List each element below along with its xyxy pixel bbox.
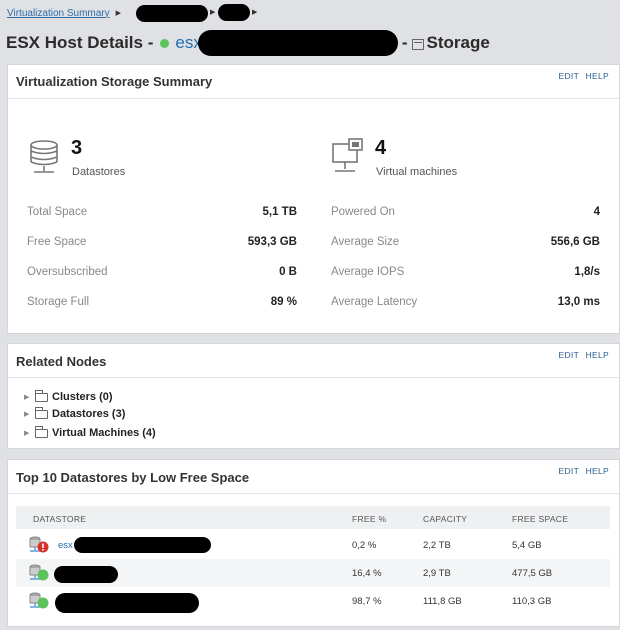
powered-on-label: Powered On [331,206,395,218]
datastore-critical-icon [29,536,49,553]
cell-free-space: 477,5 GB [512,568,553,579]
average-size-label: Average Size [331,236,400,248]
redacted-datastore-name [54,566,118,583]
datastores-count: 3 [71,137,83,159]
storage-full-label: Storage Full [27,296,90,308]
column-header-free-pct[interactable]: FREE % [352,514,386,524]
tree-item-label: Datastores (3) [52,408,126,420]
cell-free-pct: 98,7 % [352,596,382,607]
average-iops-label: Average IOPS [331,266,405,278]
breadcrumb-root-link[interactable]: Virtualization Summary [7,8,110,19]
panel-header: Virtualization Storage Summary EDIT HELP [8,65,619,99]
edit-link[interactable]: EDIT [559,466,579,476]
redacted-breadcrumb [136,5,208,22]
panel-header: Related Nodes EDIT HELP [8,344,619,378]
total-space-label: Total Space [27,206,88,218]
tree-item-label: Virtual Machines (4) [52,427,156,439]
page-title-dash: - [401,33,408,52]
datastore-up-icon [29,592,49,609]
expand-arrow-icon[interactable]: ▶ [24,429,35,437]
table-header: DATASTORE FREE % CAPACITY FREE SPACE [16,506,610,529]
panel-header: Top 10 Datastores by Low Free Space EDIT… [8,460,619,494]
breadcrumb-separator-icon: ▶ [210,9,216,16]
folder-icon [35,406,48,419]
tree-item-label: Clusters (0) [52,391,113,403]
panel-title: Virtualization Storage Summary [16,74,213,89]
breadcrumb-separator-icon: ▶ [252,9,258,16]
expand-arrow-icon[interactable]: ▶ [24,393,35,401]
cell-free-pct: 16,4 % [352,568,382,579]
redacted-datastore-name [74,537,211,553]
column-header-capacity[interactable]: CAPACITY [423,514,467,524]
panel-title: Top 10 Datastores by Low Free Space [16,470,250,485]
breadcrumb-separator-icon: ▶ [115,10,122,17]
folder-icon [35,425,48,438]
help-link[interactable]: HELP [586,350,609,360]
free-space-value: 593,3 GB [247,236,297,248]
cell-capacity: 2,2 TB [423,540,451,551]
cell-free-pct: 0,2 % [352,540,377,551]
datastore-up-icon [29,564,49,581]
datastores-label: Datastores [72,166,126,178]
panel-title: Related Nodes [16,354,107,369]
average-iops-value: 1,8/s [574,266,600,278]
folder-icon [35,389,48,402]
cell-free-space: 110,3 GB [512,596,552,607]
datastore-icon [30,140,58,173]
cell-free-space: 5,4 GB [512,540,542,551]
edit-link[interactable]: EDIT [559,350,579,360]
oversubscribed-value: 0 B [279,266,297,278]
expand-arrow-icon[interactable]: ▶ [24,410,35,418]
storage-full-value: 89 % [270,296,297,308]
free-space-label: Free Space [27,236,87,248]
column-header-free-space[interactable]: FREE SPACE [512,514,568,524]
tree-item-clusters[interactable]: ▶ Clusters (0) [24,389,113,403]
tree-item-datastores[interactable]: ▶ Datastores (3) [24,406,126,420]
storage-icon [411,38,424,50]
cell-capacity: 2,9 TB [423,568,451,579]
related-nodes-panel: Related Nodes EDIT HELP ▶ Clusters (0) ▶… [7,343,620,449]
vms-count: 4 [375,137,387,159]
average-latency-label: Average Latency [331,296,418,308]
storage-summary-panel: Virtualization Storage Summary EDIT HELP… [7,64,620,334]
redacted-breadcrumb [218,4,250,21]
status-up-icon [160,38,170,48]
breadcrumb: Virtualization Summary ▶ [7,6,121,20]
help-link[interactable]: HELP [586,466,609,476]
average-size-value: 556,6 GB [550,236,600,248]
tree-item-virtual-machines[interactable]: ▶ Virtual Machines (4) [24,425,156,439]
total-space-value: 5,1 TB [262,206,297,218]
virtual-machine-icon [332,138,363,172]
average-latency-value: 13,0 ms [557,296,600,308]
edit-link[interactable]: EDIT [559,71,579,81]
redacted-hostname [198,30,398,56]
column-header-datastore[interactable]: DATASTORE [33,514,86,524]
oversubscribed-label: Oversubscribed [27,266,108,278]
page-title-section: Storage [426,33,490,52]
powered-on-value: 4 [593,206,600,218]
datastore-link[interactable]: esx [58,540,73,551]
redacted-datastore-name [55,593,199,613]
cell-capacity: 111,8 GB [423,596,462,607]
vms-label: Virtual machines [376,166,458,178]
page-title-prefix: ESX Host Details - [6,33,154,52]
help-link[interactable]: HELP [586,71,609,81]
